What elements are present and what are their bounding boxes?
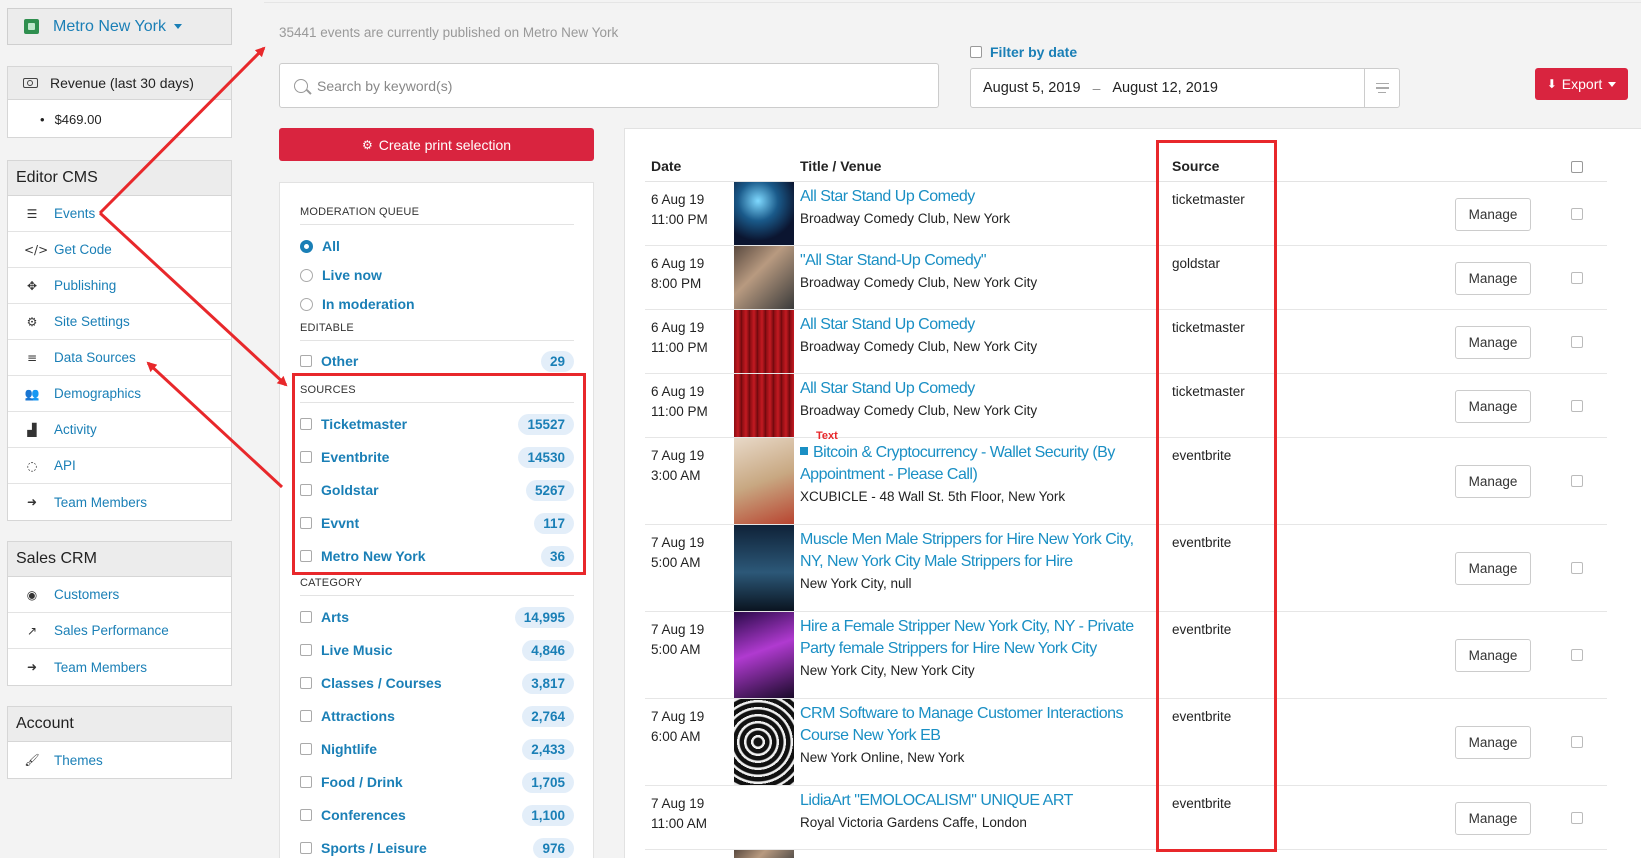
annotation-arrow-to-data-sources [146, 361, 284, 489]
annotation-arrow-to-sources [98, 211, 288, 387]
annotation-arrow-to-count [98, 46, 266, 215]
annotation-arrows [98, 46, 288, 489]
